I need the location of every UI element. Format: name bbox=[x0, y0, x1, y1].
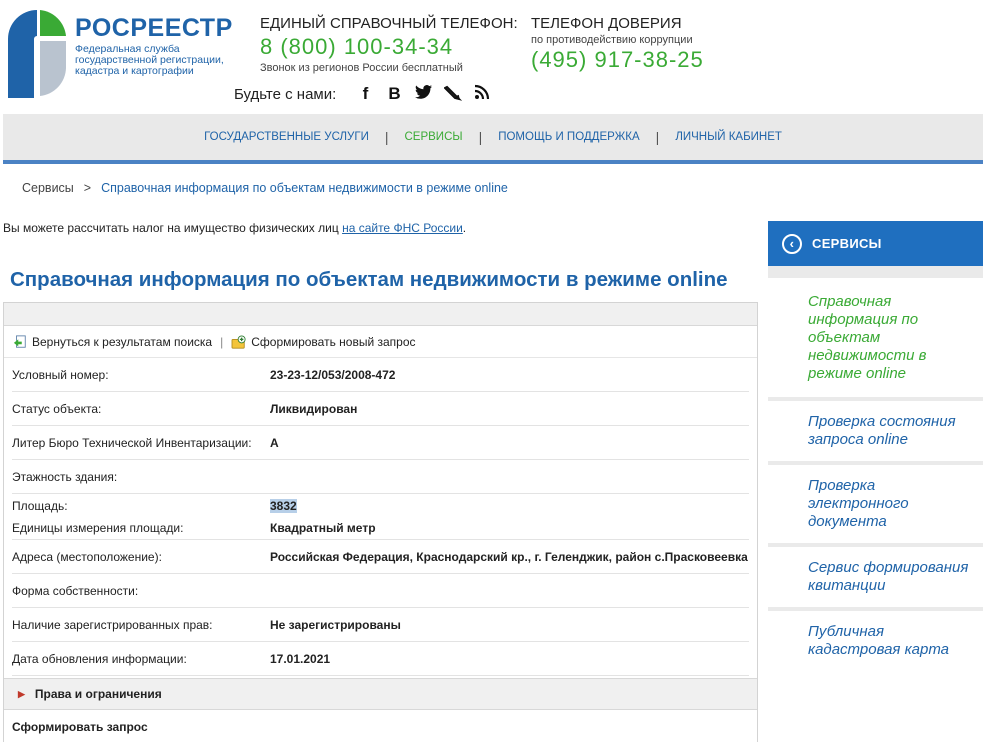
row-value: Квадратный метр bbox=[270, 521, 376, 535]
card-header-bar bbox=[4, 303, 757, 326]
twitter-icon[interactable] bbox=[414, 84, 433, 104]
trust-phone-number[interactable]: (495) 917-38-25 bbox=[531, 47, 704, 73]
vk-icon[interactable]: B bbox=[385, 84, 404, 104]
row-value: Ликвидирован bbox=[270, 401, 358, 416]
expand-triangle-icon: ▶ bbox=[18, 688, 25, 699]
chevron-left-icon: ‹ bbox=[782, 233, 802, 254]
trust-phone-subtitle: по противодействию коррупции bbox=[531, 34, 693, 46]
back-to-results-button[interactable]: Вернуться к результатам поиска bbox=[12, 335, 212, 349]
new-request-icon bbox=[231, 334, 246, 349]
info-row: Площадь: 3832 bbox=[12, 494, 749, 516]
breadcrumb-root[interactable]: Сервисы bbox=[22, 181, 74, 195]
sidebar-item-reference-info[interactable]: Справочная информация по объектам недвиж… bbox=[768, 266, 983, 397]
nav-gov-services[interactable]: ГОСУДАРСТВЕННЫЕ УСЛУГИ bbox=[188, 131, 385, 143]
sidebar-item-receipt[interactable]: Сервис формирования квитанции bbox=[768, 543, 983, 607]
info-row: Дата обновления информации: 17.01.2021 bbox=[12, 642, 749, 676]
row-value: Не зарегистрированы bbox=[270, 617, 401, 632]
rss-icon[interactable] bbox=[472, 84, 491, 104]
brand-name[interactable]: РОСРЕЕСТР bbox=[75, 14, 233, 43]
back-doc-icon bbox=[13, 334, 26, 348]
phone-title: ЕДИНЫЙ СПРАВОЧНЫЙ ТЕЛЕФОН: bbox=[260, 15, 518, 32]
row-value: А bbox=[270, 435, 279, 450]
breadcrumb-current[interactable]: Справочная информация по объектам недвиж… bbox=[101, 181, 508, 195]
tax-note-text: Вы можете рассчитать налог на имущество … bbox=[3, 221, 343, 235]
tax-note: Вы можете рассчитать налог на имущество … bbox=[3, 221, 466, 235]
info-row: Этажность здания: bbox=[12, 460, 749, 494]
info-row: Условный номер: 23-23-12/053/2008-472 bbox=[12, 358, 749, 392]
sidebar-title: СЕРВИСЫ bbox=[812, 236, 882, 251]
phone-number[interactable]: 8 (800) 100-34-34 bbox=[260, 34, 453, 60]
site-header: РОСРЕЕСТР Федеральная служба государстве… bbox=[0, 0, 984, 114]
main-nav: ГОСУДАРСТВЕННЫЕ УСЛУГИ | СЕРВИСЫ | ПОМОЩ… bbox=[3, 114, 983, 164]
row-value: Российская Федерация, Краснодарский кр.,… bbox=[270, 549, 748, 564]
info-row: Наличие зарегистрированных прав: Не заре… bbox=[12, 608, 749, 642]
tax-note-end: . bbox=[462, 221, 467, 235]
info-row: Литер Бюро Технической Инвентаризации: А bbox=[12, 426, 749, 460]
row-value: 17.01.2021 bbox=[270, 651, 331, 666]
row-label: Этажность здания: bbox=[12, 469, 118, 484]
row-label: Адреса (местоположение): bbox=[12, 549, 162, 564]
social-links: f B bbox=[356, 84, 491, 104]
form-request-heading: Сформировать запрос bbox=[12, 720, 148, 734]
object-info-card: Вернуться к результатам поиска | Сформир… bbox=[3, 302, 758, 742]
new-request-button[interactable]: Сформировать новый запрос bbox=[231, 334, 416, 349]
row-label: Наличие зарегистрированных прав: bbox=[12, 617, 213, 632]
info-row: Форма собственности: bbox=[12, 574, 749, 608]
row-value: 23-23-12/053/2008-472 bbox=[270, 367, 396, 382]
rights-expander[interactable]: ▶ Права и ограничения bbox=[4, 678, 757, 710]
sidebar-item-request-status[interactable]: Проверка состояния запроса online bbox=[768, 397, 983, 461]
sidebar-item-cadastral-map[interactable]: Публичная кадастровая карта bbox=[768, 607, 983, 671]
breadcrumb: Сервисы > Справочная информация по объекта… bbox=[22, 181, 508, 195]
info-rows: Условный номер: 23-23-12/053/2008-472 Ст… bbox=[4, 358, 757, 676]
row-label: Площадь: bbox=[12, 499, 68, 513]
facebook-icon[interactable]: f bbox=[356, 84, 375, 104]
row-label: Дата обновления информации: bbox=[12, 651, 187, 666]
nav-help[interactable]: ПОМОЩЬ И ПОДДЕРЖКА bbox=[482, 131, 655, 143]
row-label: Форма собственности: bbox=[12, 583, 139, 598]
toolbar-separator: | bbox=[220, 334, 224, 349]
social-label: Будьте с нами: bbox=[234, 86, 337, 103]
page-title: Справочная информация по объектам недвиж… bbox=[10, 268, 728, 291]
rosreestr-logo[interactable] bbox=[6, 8, 68, 100]
rights-label: Права и ограничения bbox=[34, 687, 162, 701]
row-label: Условный номер: bbox=[12, 367, 109, 382]
sidebar-header[interactable]: ‹ СЕРВИСЫ bbox=[768, 221, 983, 266]
info-row: Единицы измерения площади: Квадратный ме… bbox=[12, 516, 749, 540]
new-request-label: Сформировать новый запрос bbox=[251, 334, 416, 349]
area-value: 3832 bbox=[270, 499, 297, 513]
trust-phone-title: ТЕЛЕФОН ДОВЕРИЯ bbox=[531, 15, 682, 32]
fns-link[interactable]: на сайте ФНС России bbox=[342, 221, 463, 235]
info-row: Адреса (местоположение): Российская Феде… bbox=[12, 540, 749, 574]
phone-note: Звонок из регионов России бесплатный bbox=[260, 62, 463, 74]
card-toolbar: Вернуться к результатам поиска | Сформир… bbox=[4, 326, 757, 358]
livejournal-icon[interactable] bbox=[442, 84, 462, 104]
row-label: Статус объекта: bbox=[12, 401, 102, 416]
sidebar-item-doc-check[interactable]: Проверка электронного документа bbox=[768, 461, 983, 543]
row-label: Единицы измерения площади: bbox=[12, 521, 184, 535]
sidebar: Справочная информация по объектам недвиж… bbox=[768, 266, 983, 742]
nav-services[interactable]: СЕРВИСЫ bbox=[388, 131, 478, 143]
info-row: Статус объекта: Ликвидирован bbox=[12, 392, 749, 426]
row-label: Литер Бюро Технической Инвентаризации: bbox=[12, 435, 252, 450]
back-to-results-label: Вернуться к результатам поиска bbox=[32, 334, 213, 349]
brand-subtitle: Федеральная служба государственной регис… bbox=[75, 43, 224, 77]
breadcrumb-arrow: > bbox=[83, 181, 92, 195]
nav-account[interactable]: ЛИЧНЫЙ КАБИНЕТ bbox=[659, 131, 798, 143]
